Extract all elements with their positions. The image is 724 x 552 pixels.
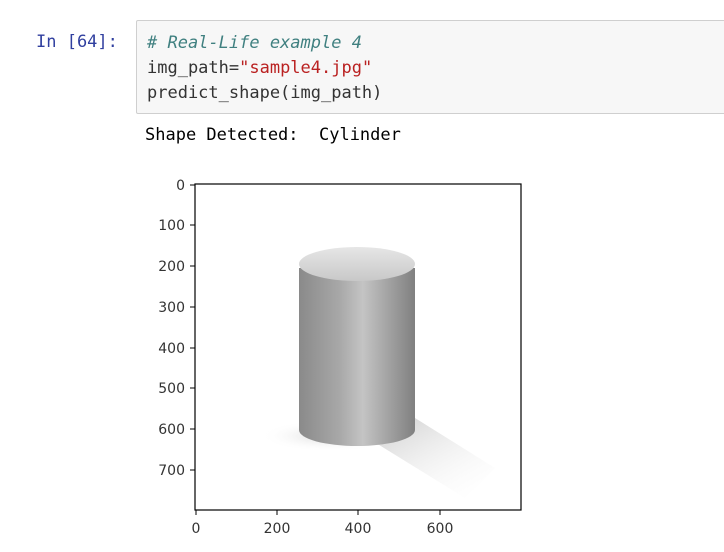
x-tick-label: 400 — [345, 521, 372, 537]
y-tick-label: 300 — [158, 300, 185, 316]
y-tick-label: 400 — [158, 341, 185, 357]
code-string: "sample4.jpg" — [239, 58, 373, 78]
image-plot-svg: 0 100 200 300 400 500 600 700 0 200 400 … — [158, 178, 522, 537]
code-line-call: predict_shape(img_path) — [147, 83, 383, 103]
output-text: Shape Detected: Cylinder — [145, 125, 401, 145]
y-tick-label: 500 — [158, 381, 185, 397]
y-tick-label: 700 — [158, 463, 185, 479]
code-line-assignment: img_path="sample4.jpg" — [147, 56, 724, 81]
code-variable: img_path= — [147, 58, 240, 78]
cylinder-top — [299, 247, 415, 281]
x-tick-label: 600 — [427, 521, 454, 537]
x-axis: 0 200 400 600 — [192, 510, 454, 537]
y-axis: 0 100 200 300 400 500 600 700 — [158, 178, 195, 479]
y-tick-label: 200 — [158, 259, 185, 275]
y-tick-label: 600 — [158, 422, 185, 438]
code-cell-editor[interactable]: # Real-Life example 4 img_path="sample4.… — [136, 20, 724, 114]
cylinder-body — [299, 268, 415, 446]
y-tick-label: 100 — [158, 218, 185, 234]
code-comment: # Real-Life example 4 — [147, 33, 362, 53]
cell-prompt: In [64]: — [36, 32, 118, 52]
y-tick-label: 0 — [176, 178, 185, 194]
image-plot: 0 100 200 300 400 500 600 700 0 200 400 … — [145, 168, 545, 548]
x-tick-label: 200 — [264, 521, 291, 537]
x-tick-label: 0 — [192, 521, 201, 537]
